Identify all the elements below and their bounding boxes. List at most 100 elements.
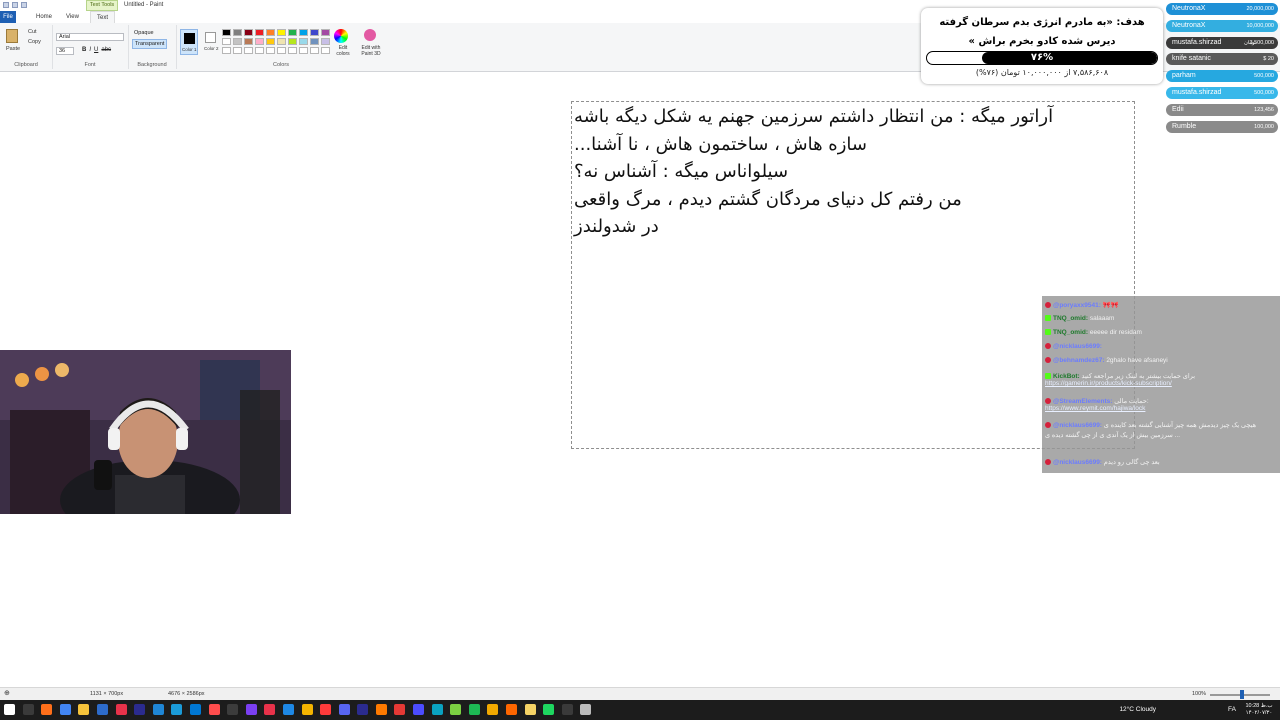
tab-home[interactable]: Home <box>30 11 58 23</box>
canvas-text-box[interactable]: آراتور میگه : من انتظار داشتم سرزمین جهن… <box>574 103 1130 241</box>
transparent-option[interactable]: Transparent <box>132 39 168 49</box>
taskbar-app-icon[interactable] <box>561 704 573 715</box>
taskbar-app-icon[interactable] <box>264 704 276 715</box>
taskbar-app-icon[interactable] <box>320 704 332 715</box>
chat-username[interactable]: @poryaxx9541: <box>1053 302 1101 309</box>
paste-button[interactable]: Paste <box>6 46 20 52</box>
color2-button[interactable]: Color 2 <box>203 29 219 55</box>
palette-swatch[interactable] <box>288 38 297 45</box>
font-size-select[interactable]: 36 <box>56 47 74 55</box>
tab-file[interactable]: File <box>0 11 16 23</box>
palette-swatch[interactable] <box>222 47 231 54</box>
palette-swatch[interactable] <box>321 38 330 45</box>
undo-icon[interactable] <box>12 2 18 8</box>
taskbar-app-icon[interactable] <box>394 704 406 715</box>
taskbar-app-icon[interactable] <box>468 704 480 715</box>
chat-username[interactable]: @nicklaus6699: <box>1053 343 1102 350</box>
palette-swatch[interactable] <box>266 38 275 45</box>
taskbar-app-icon[interactable] <box>134 704 146 715</box>
taskbar-app-icon[interactable] <box>171 704 183 715</box>
taskbar-app-icon[interactable] <box>487 704 499 715</box>
language-indicator[interactable]: FA <box>1228 706 1236 713</box>
chat-link[interactable]: https://www.reymit.com/hajiwa/lock <box>1045 405 1145 412</box>
redo-icon[interactable] <box>21 2 27 8</box>
taskbar-app-icon[interactable] <box>375 704 387 715</box>
cut-button[interactable]: Cut <box>28 29 37 35</box>
chat-username[interactable]: KickBot: <box>1053 373 1080 380</box>
taskbar-app-icon[interactable] <box>78 704 90 715</box>
taskbar-app-icon[interactable] <box>506 704 518 715</box>
search-icon[interactable] <box>22 704 34 715</box>
taskbar-app-icon[interactable] <box>96 704 108 715</box>
taskbar-app-icon[interactable] <box>580 704 592 715</box>
palette-swatch[interactable] <box>233 38 242 45</box>
palette-swatch[interactable] <box>244 38 253 45</box>
save-icon[interactable] <box>3 2 9 8</box>
taskbar-app-icon[interactable] <box>152 704 164 715</box>
taskbar-app-icon[interactable] <box>413 704 425 715</box>
palette-swatch[interactable] <box>321 29 330 36</box>
edit-paint3d-button[interactable]: Edit with Paint 3D <box>357 45 385 57</box>
tab-view[interactable]: View <box>60 11 85 23</box>
taskbar-app-icon[interactable] <box>338 704 350 715</box>
taskbar-app-icon[interactable] <box>282 704 294 715</box>
palette-swatch[interactable] <box>321 47 330 54</box>
palette-swatch[interactable] <box>266 29 275 36</box>
start-icon[interactable] <box>4 704 15 715</box>
palette-swatch[interactable] <box>299 29 308 36</box>
taskbar-app-icon[interactable] <box>189 704 201 715</box>
taskbar-app-icon[interactable] <box>115 704 127 715</box>
underline-button[interactable]: U <box>94 47 98 53</box>
edit-colors-icon[interactable] <box>334 29 348 43</box>
chat-username[interactable]: @nicklaus6699: <box>1053 459 1102 466</box>
palette-swatch[interactable] <box>233 47 242 54</box>
paint3d-icon[interactable] <box>364 29 376 41</box>
palette-swatch[interactable] <box>310 47 319 54</box>
taskbar-app-icon[interactable] <box>59 704 71 715</box>
palette-swatch[interactable] <box>244 29 253 36</box>
chat-username[interactable]: @nicklaus6699: <box>1053 422 1102 429</box>
palette-swatch[interactable] <box>310 38 319 45</box>
clock[interactable]: 10:28 ب.ظ ۱۴۰۲/۰۷/۳۰ <box>1242 703 1276 717</box>
italic-button[interactable]: I <box>89 47 91 53</box>
chat-username[interactable]: @behnamdez67: <box>1053 357 1105 364</box>
palette-swatch[interactable] <box>277 29 286 36</box>
zoom-slider-thumb[interactable] <box>1240 690 1244 699</box>
taskbar-app-icon[interactable] <box>227 704 239 715</box>
palette-swatch[interactable] <box>255 47 264 54</box>
taskbar-app-icon[interactable] <box>524 704 536 715</box>
chat-username[interactable]: @StreamElements: <box>1053 398 1112 405</box>
taskbar-app-icon[interactable] <box>208 704 220 715</box>
palette-swatch[interactable] <box>255 38 264 45</box>
palette-swatch[interactable] <box>244 47 253 54</box>
font-family-select[interactable]: Arial <box>56 33 124 41</box>
taskbar-app-icon[interactable] <box>543 704 555 715</box>
palette-swatch[interactable] <box>222 38 231 45</box>
taskbar-app-icon[interactable] <box>431 704 443 715</box>
edit-colors-button[interactable]: Edit colors <box>332 45 354 57</box>
taskbar-app-icon[interactable] <box>450 704 462 715</box>
palette-swatch[interactable] <box>299 38 308 45</box>
palette-swatch[interactable] <box>266 47 275 54</box>
strikethrough-button[interactable]: abc <box>101 47 111 53</box>
taskbar-app-icon[interactable] <box>245 704 257 715</box>
palette-swatch[interactable] <box>255 29 264 36</box>
palette-swatch[interactable] <box>233 29 242 36</box>
palette-swatch[interactable] <box>288 29 297 36</box>
palette-swatch[interactable] <box>310 29 319 36</box>
palette-swatch[interactable] <box>299 47 308 54</box>
palette-swatch[interactable] <box>277 47 286 54</box>
color1-button[interactable]: Color 1 <box>180 29 198 55</box>
taskbar-app-icon[interactable] <box>301 704 313 715</box>
palette-swatch[interactable] <box>277 38 286 45</box>
copy-button[interactable]: Copy <box>28 39 41 45</box>
bold-button[interactable]: B <box>82 47 86 53</box>
opaque-option[interactable]: Opaque <box>132 29 156 37</box>
weather-widget[interactable]: 12°C Cloudy <box>1119 706 1156 713</box>
palette-swatch[interactable] <box>222 29 231 36</box>
chat-username[interactable]: TNQ_omid: <box>1053 329 1088 336</box>
taskbar-app-icon[interactable] <box>357 704 369 715</box>
palette-swatch[interactable] <box>288 47 297 54</box>
chat-username[interactable]: TNQ_omid: <box>1053 315 1088 322</box>
chat-link[interactable]: https://gamerin.ir/products/kick-subscri… <box>1045 380 1172 387</box>
